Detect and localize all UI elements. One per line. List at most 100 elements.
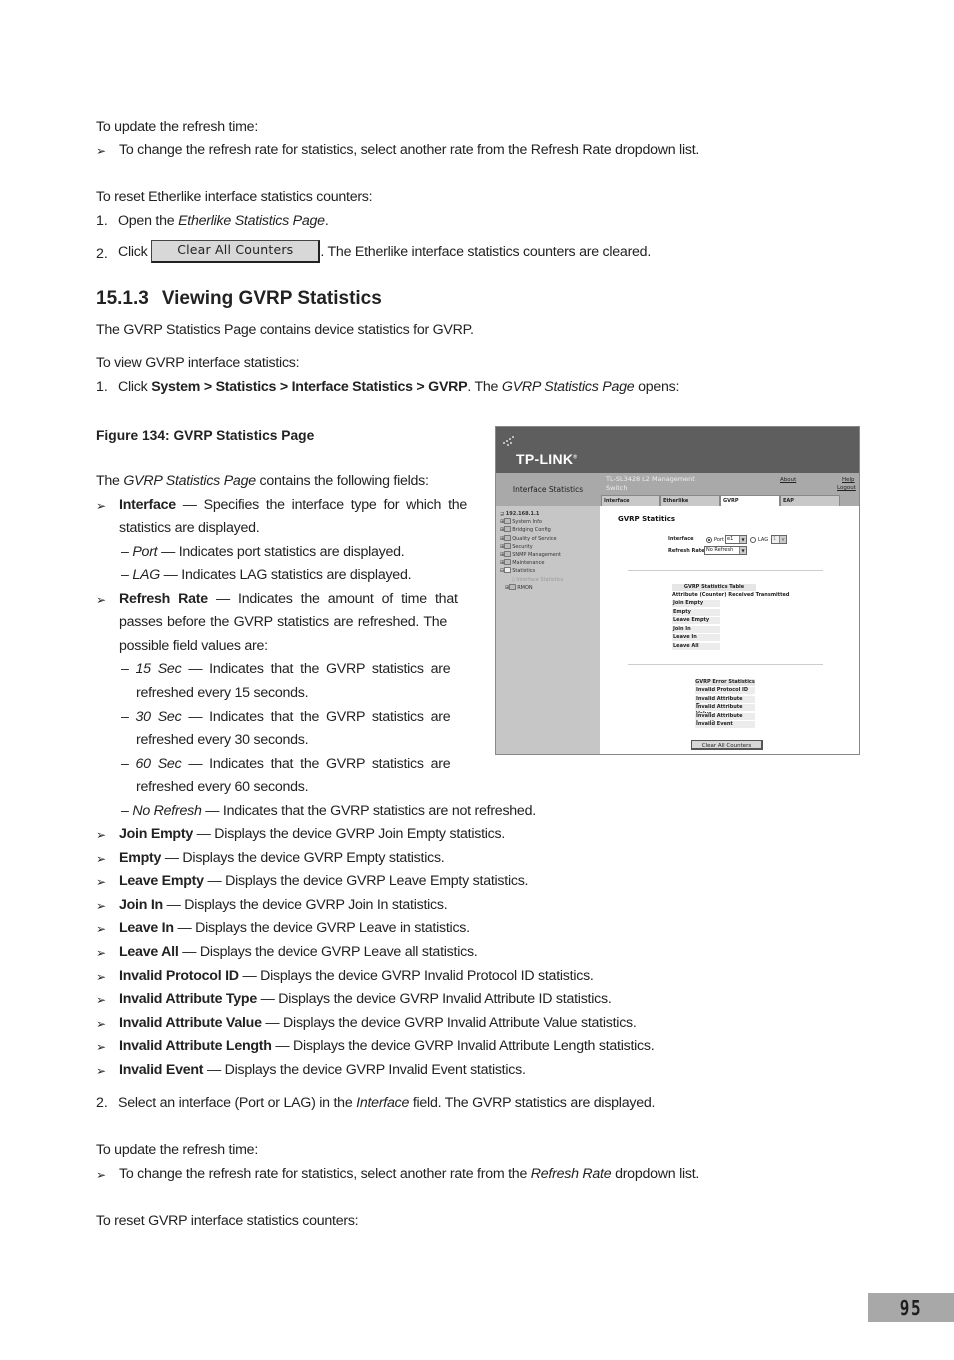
tree-item-rmon[interactable]: ⊞ RMON [500,583,563,592]
bullet-icon: ➢ [96,593,107,607]
tree-item-statistics[interactable]: ⊟ Statistics [500,567,563,575]
update-refresh-bullet-2: To change the refresh rate for statistic… [119,1166,700,1182]
stats-table-row: Leave Empty [672,617,720,624]
bullet-icon: ➢ [96,499,107,513]
refresh-rate-label: Refresh Rate [668,548,705,554]
select-interface-step-2: Select an interface (Port or LAG) in the… [118,1095,656,1111]
refresh-option-30-line2: refreshed every 30 seconds. [136,732,309,748]
folder-icon [504,526,512,533]
reset-etherlike-heading: To reset Etherlike interface statistics … [96,189,373,205]
field-description: — Displays the device GVRP Invalid Attri… [256,991,612,1007]
bullet-icon: ➢ [96,852,107,866]
menu-path: System > Statistics > Interface Statisti… [151,379,468,395]
reset-etherlike-step-2: Click Clear All Counters. The Etherlike … [118,238,651,266]
step-number: 2. [96,246,108,262]
refresh-option-no-refresh: – No Refresh — Indicates that the GVRP s… [121,803,536,819]
stats-table-row: Join Empty [672,600,720,607]
tree-item-maintenance[interactable]: ⊞ Maintenance [500,559,563,567]
lag-radio[interactable] [750,537,756,543]
step-text: . The [467,379,502,395]
field-interface: Interface — Specifies the interface type… [119,497,468,513]
page-icon: ▯ [512,576,515,583]
field-list-item: Empty — Displays the device GVRP Empty s… [119,850,445,866]
tree-item-system-info[interactable]: ⊞ System Info [500,518,563,526]
chevron-down-icon: ▼ [779,536,786,543]
field-list-item: Invalid Event — Displays the device GVRP… [119,1062,526,1078]
tree-item-bridging-config[interactable]: ⊞ Bridging Config [500,526,563,534]
tab-eap[interactable]: EAP [780,495,840,506]
divider [628,664,823,665]
field-list-item: Leave Empty — Displays the device GVRP L… [119,873,529,889]
tab-gvrp[interactable]: GVRP [720,495,780,506]
bullet-icon: ➢ [96,1017,107,1031]
step-text: . [324,213,329,229]
stats-table-row: Leave In [672,634,720,641]
error-table-row: Invalid Event [695,721,755,728]
tree-item-snmp[interactable]: ⊞ SNMP Management [500,551,563,559]
reset-etherlike-step-1: Open the Etherlike Statistics Page. [118,213,329,229]
page-number-box: 95 [868,1293,954,1322]
error-table-row: Invalid Protocol ID [695,687,755,694]
section-number: 15.1.3 [96,288,149,309]
bullet-icon: ➢ [96,875,107,889]
bullet-icon: ➢ [96,1168,107,1182]
open-folder-icon [504,567,512,574]
tree-item-root[interactable]: ⊒ 192.168.1.1 [500,510,563,518]
field-description: — Displays the device GVRP Invalid Attri… [261,1015,637,1031]
tree-item-qos[interactable]: ⊞ Quality of Service [500,534,563,543]
clear-all-counters-button-image: Clear All Counters [151,240,321,263]
refresh-option-15-line2: refreshed every 15 seconds. [136,685,309,701]
section-heading: 15.1.3 Viewing GVRP Statistics [96,288,382,310]
bullet-icon: ➢ [96,970,107,984]
refresh-option-15: – 15 Sec — Indicates that the GVRP stati… [121,661,451,677]
refresh-rate-select[interactable]: No Refresh ▼ [704,546,747,555]
field-list-item: Invalid Attribute Length — Displays the … [119,1038,655,1054]
lag-select[interactable]: 1 ▼ [771,535,787,544]
stats-table-title: GVRP Statistics Table [672,584,756,591]
view-gvrp-heading: To view GVRP interface statistics: [96,355,300,371]
folder-icon [504,559,512,566]
update-refresh-bullet: To change the refresh rate for statistic… [119,142,700,158]
screenshot-page-title: GVRP Statitics [618,515,676,523]
divider [628,570,823,571]
step-text: . The Etherlike interface statistics cou… [320,244,652,260]
about-link[interactable]: About [780,477,796,483]
field-refresh-line3: possible field values are: [119,638,268,654]
bullet-icon: ➢ [96,828,107,842]
step-number: 1. [96,379,108,395]
field-description: — Displays the device GVRP Join Empty st… [192,826,506,842]
help-link[interactable]: Help [842,477,855,483]
field-name: Invalid Attribute Value [119,1015,262,1031]
refresh-option-60: – 60 Sec — Indicates that the GVRP stati… [121,756,451,772]
field-refresh-rate: Refresh Rate — Indicates the amount of t… [119,591,458,607]
field-interface-line2: statistics are displayed. [119,520,260,536]
field-refresh-line2: passes before the GVRP statistics are re… [119,614,448,630]
field-name: Invalid Event [119,1062,204,1078]
logout-link[interactable]: Logout [837,485,856,491]
logo-text: TP-LINK [516,451,574,467]
port-select[interactable]: e1 ▼ [725,535,747,544]
field-description: — Displays the device GVRP Leave Empty s… [203,873,529,889]
tab-etherlike[interactable]: Etherlike [660,495,720,506]
refresh-option-60-line2: refreshed every 60 seconds. [136,779,309,795]
view-gvrp-step-1: Click System > Statistics > Interface St… [118,379,679,395]
clear-all-counters-button[interactable]: Clear All Counters [691,740,763,750]
refresh-option-30: – 30 Sec — Indicates that the GVRP stati… [121,709,451,725]
field-description: — Displays the device GVRP Join In stati… [162,897,448,913]
field-list-item: Invalid Protocol ID — Displays the devic… [119,968,594,984]
field-list-item: Invalid Attribute Value — Displays the d… [119,1015,637,1031]
tree-item-interface-statistics[interactable]: ▯ Interface Statistics [500,576,563,584]
field-name: Invalid Attribute Type [119,991,257,1007]
folder-icon [504,551,512,558]
fields-intro: The GVRP Statistics Page contains the fo… [96,473,429,489]
port-radio[interactable] [706,537,712,543]
tree-item-security[interactable]: ⊞ Security [500,542,563,551]
reset-gvrp-heading: To reset GVRP interface statistics count… [96,1213,359,1229]
field-name: Leave In [119,920,174,936]
bullet-icon: ➢ [96,993,107,1007]
field-description: — Displays the device GVRP Invalid Event… [203,1062,526,1078]
tab-interface[interactable]: Interface [601,495,660,506]
error-table-row: Invalid Attribute Type [695,695,755,709]
stats-table-header: Attribute (Counter) Received Transmitted [672,592,790,598]
field-name: Invalid Protocol ID [119,968,239,984]
